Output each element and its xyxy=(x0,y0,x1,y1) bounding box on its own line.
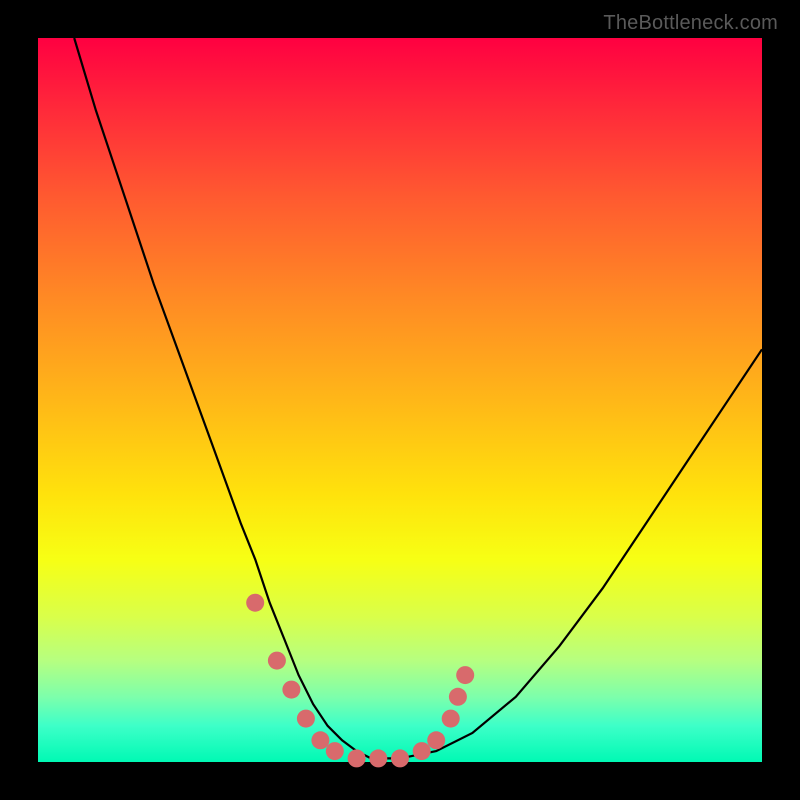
marker-point xyxy=(282,681,300,699)
marker-point xyxy=(326,742,344,760)
bottleneck-curve xyxy=(74,38,762,758)
plot-area xyxy=(38,38,762,762)
marker-point xyxy=(442,710,460,728)
marker-point xyxy=(348,749,366,767)
marker-point xyxy=(427,731,445,749)
marker-point xyxy=(246,594,264,612)
highlight-markers xyxy=(246,594,474,768)
marker-point xyxy=(297,710,315,728)
chart-frame: TheBottleneck.com xyxy=(0,0,800,800)
chart-svg xyxy=(38,38,762,762)
marker-point xyxy=(369,749,387,767)
marker-point xyxy=(311,731,329,749)
marker-point xyxy=(449,688,467,706)
marker-point xyxy=(456,666,474,684)
marker-point xyxy=(413,742,431,760)
marker-point xyxy=(391,749,409,767)
watermark-text: TheBottleneck.com xyxy=(603,12,778,35)
marker-point xyxy=(268,652,286,670)
